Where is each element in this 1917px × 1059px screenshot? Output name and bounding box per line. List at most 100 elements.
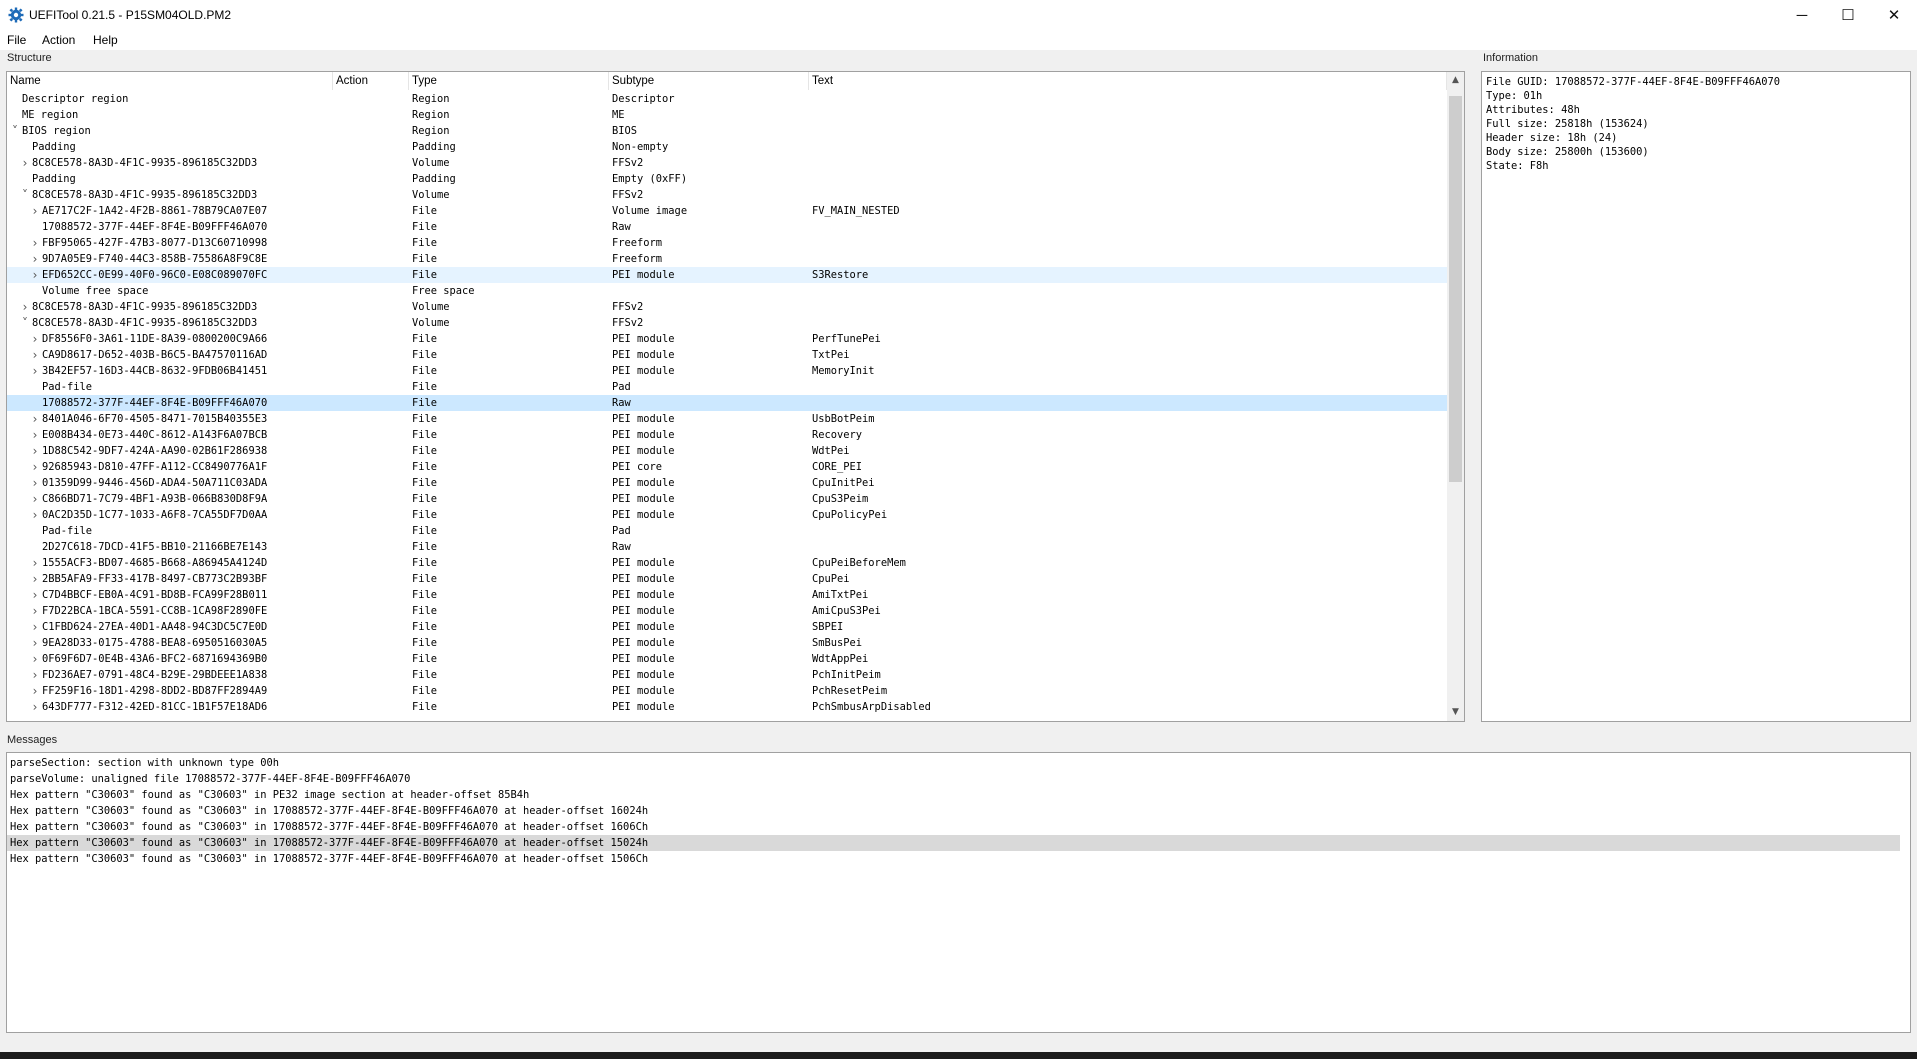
chevron-right-icon[interactable]: › [30,251,40,267]
tree-row[interactable]: › 92685943-D810-47FF-A112-CC8490776A1F Fil… [7,459,1447,475]
tree-row[interactable]: 2D27C618-7DCD-41F5-BB10-21166BE7E143 File… [7,539,1447,555]
tree-row[interactable]: Padding Padding Empty (0xFF) [7,171,1447,187]
tree-row[interactable]: › 8C8CE578-8A3D-4F1C-9935-896185C32DD3 Vol… [7,155,1447,171]
chevron-right-icon[interactable]: › [20,299,30,315]
tree-row[interactable]: Pad-file File Pad [7,523,1447,539]
tree-row[interactable]: › 8C8CE578-8A3D-4F1C-9935-896185C32DD3 Vol… [7,299,1447,315]
tree-row[interactable]: › 1555ACF3-BD07-4685-B668-A86945A4124D Fil… [7,555,1447,571]
chevron-right-icon[interactable]: › [30,347,40,363]
chevron-right-icon[interactable]: › [30,475,40,491]
minimize-button[interactable]: ─ [1779,0,1825,30]
tree-cell-type: File [412,365,438,377]
tree-row[interactable]: › DF8556F0-3A61-11DE-8A39-0800200C9A66 Fil… [7,331,1447,347]
tree-row[interactable]: ME region Region ME [7,107,1447,123]
tree-row[interactable]: › 01359D99-9446-456D-ADA4-50A711C03ADA Fil… [7,475,1447,491]
tree-row[interactable]: › AE717C2F-1A42-4F2B-8861-78B79CA07E07 Fil… [7,203,1447,219]
tree-cell-subtype: PEI module [612,365,675,377]
close-button[interactable]: ✕ [1871,0,1917,30]
chevron-right-icon[interactable]: › [30,331,40,347]
chevron-down-icon[interactable]: ˅ [10,123,20,139]
tree-row[interactable]: › 8401A046-6F70-4505-8471-7015B40355E3 Fil… [7,411,1447,427]
chevron-right-icon[interactable]: › [20,155,30,171]
column-action[interactable]: Action [333,72,409,90]
tree-row[interactable]: › 2BB5AFA9-FF33-417B-8497-CB773C2B93BF Fil… [7,571,1447,587]
tree-row[interactable]: › C1FBD624-27EA-40D1-AA48-94C3DC5C7E0D Fil… [7,619,1447,635]
column-name[interactable]: Name [7,72,333,90]
chevron-right-icon[interactable]: › [30,667,40,683]
tree-row[interactable]: Padding Padding Non-empty [7,139,1447,155]
message-line[interactable]: Hex pattern "C30603" found as "C30603" i… [7,851,1900,867]
tree-row[interactable]: Descriptor region Region Descriptor [7,91,1447,107]
messages-panel[interactable]: parseSection: section with unknown type … [6,752,1911,1033]
message-line[interactable]: parseVolume: unaligned file 17088572-377… [7,771,1900,787]
tree-row[interactable]: › EFD652CC-0E99-40F0-96C0-E08C089070FC Fil… [7,267,1447,283]
message-line[interactable]: Hex pattern "C30603" found as "C30603" i… [7,819,1900,835]
chevron-right-icon[interactable]: › [30,683,40,699]
tree-cell-subtype: FFSv2 [612,301,644,313]
scroll-down-icon[interactable]: ▼ [1447,704,1464,721]
tree-row[interactable]: 17088572-377F-44EF-8F4E-B09FFF46A070 File… [7,395,1447,411]
tree-cell-name: 92685943-D810-47FF-A112-CC8490776A1F [42,461,268,473]
information-panel[interactable]: File GUID: 17088572-377F-44EF-8F4E-B09FF… [1481,71,1911,722]
message-line[interactable]: Hex pattern "C30603" found as "C30603" i… [7,803,1900,819]
chevron-right-icon[interactable]: › [30,491,40,507]
column-text[interactable]: Text [809,72,1447,90]
tree-row[interactable]: ˅ BIOS region Region BIOS [7,123,1447,139]
chevron-down-icon[interactable]: ˅ [20,187,30,203]
message-line[interactable]: Hex pattern "C30603" found as "C30603" i… [7,787,1900,803]
column-subtype[interactable]: Subtype [609,72,809,90]
tree-row[interactable]: 17088572-377F-44EF-8F4E-B09FFF46A070 File… [7,219,1447,235]
column-type[interactable]: Type [409,72,609,90]
chevron-right-icon[interactable]: › [30,235,40,251]
tree-cell-type: File [412,573,438,585]
chevron-down-icon[interactable]: ˅ [20,315,30,331]
menu-action[interactable]: Action [42,33,75,47]
chevron-right-icon[interactable]: › [30,427,40,443]
chevron-right-icon[interactable]: › [30,555,40,571]
tree-row[interactable]: › 0AC2D35D-1C77-1033-A6F8-7CA55DF7D0AA Fil… [7,507,1447,523]
maximize-button[interactable]: ☐ [1825,0,1871,30]
chevron-right-icon[interactable]: › [30,699,40,715]
chevron-right-icon[interactable]: › [30,619,40,635]
tree-row[interactable]: › 9D7A05E9-F740-44C3-858B-75586A8F9C8E Fil… [7,251,1447,267]
tree-row[interactable]: › FF259F16-18D1-4298-8DD2-BD87FF2894A9 Fil… [7,683,1447,699]
tree-row[interactable]: › 3B42EF57-16D3-44CB-8632-9FDB06B41451 Fil… [7,363,1447,379]
chevron-right-icon[interactable]: › [30,603,40,619]
tree-row[interactable]: › F7D22BCA-1BCA-5591-CC8B-1CA98F2890FE Fil… [7,603,1447,619]
tree-cell-type: File [412,349,438,361]
chevron-right-icon[interactable]: › [30,267,40,283]
chevron-right-icon[interactable]: › [30,635,40,651]
tree-row[interactable]: › FD236AE7-0791-48C4-B29E-29BDEEE1A838 Fil… [7,667,1447,683]
tree-row[interactable]: › 0F69F6D7-0E4B-43A6-BFC2-6871694369B0 Fil… [7,651,1447,667]
tree-row[interactable]: › C866BD71-7C79-4BF1-A93B-066B830D8F9A Fil… [7,491,1447,507]
tree-cell-subtype: Raw [612,221,631,233]
scrollbar-thumb[interactable] [1449,96,1462,482]
chevron-right-icon[interactable]: › [30,459,40,475]
tree-row[interactable]: › FBF95065-427F-47B3-8077-D13C60710998 Fil… [7,235,1447,251]
tree-row[interactable]: › 1D88C542-9DF7-424A-AA90-02B61F286938 Fil… [7,443,1447,459]
chevron-right-icon[interactable]: › [30,587,40,603]
chevron-right-icon[interactable]: › [30,411,40,427]
tree-row[interactable]: › CA9D8617-D652-403B-B6C5-BA47570116AD Fil… [7,347,1447,363]
tree-row[interactable]: ˅ 8C8CE578-8A3D-4F1C-9935-896185C32DD3 Vol… [7,187,1447,203]
tree-row[interactable]: Volume free space Free space [7,283,1447,299]
menu-file[interactable]: File [7,33,26,47]
chevron-right-icon[interactable]: › [30,443,40,459]
tree-row[interactable]: › C7D4BBCF-EB0A-4C91-BD8B-FCA99F28B011 Fil… [7,587,1447,603]
menu-help[interactable]: Help [93,33,118,47]
message-line[interactable]: Hex pattern "C30603" found as "C30603" i… [7,835,1900,851]
tree-row[interactable]: › E008B434-0E73-440C-8612-A143F6A07BCB Fil… [7,427,1447,443]
message-line[interactable]: parseSection: section with unknown type … [7,755,1900,771]
chevron-right-icon[interactable]: › [30,507,40,523]
tree-row[interactable]: ˅ 8C8CE578-8A3D-4F1C-9935-896185C32DD3 Vol… [7,315,1447,331]
scroll-up-icon[interactable]: ▲ [1447,72,1464,89]
chevron-right-icon[interactable]: › [30,571,40,587]
tree-row[interactable]: Pad-file File Pad [7,379,1447,395]
chevron-right-icon[interactable]: › [30,363,40,379]
tree-row[interactable]: › 643DF777-F312-42ED-81CC-1B1F57E18AD6 Fil… [7,699,1447,715]
structure-tree[interactable]: Name Action Type Subtype Text Descriptor… [6,71,1465,722]
structure-scrollbar[interactable]: ▲ ▼ [1447,72,1464,721]
tree-row[interactable]: › 9EA28D33-0175-4788-BEA8-6950516030A5 Fil… [7,635,1447,651]
chevron-right-icon[interactable]: › [30,651,40,667]
chevron-right-icon[interactable]: › [30,203,40,219]
